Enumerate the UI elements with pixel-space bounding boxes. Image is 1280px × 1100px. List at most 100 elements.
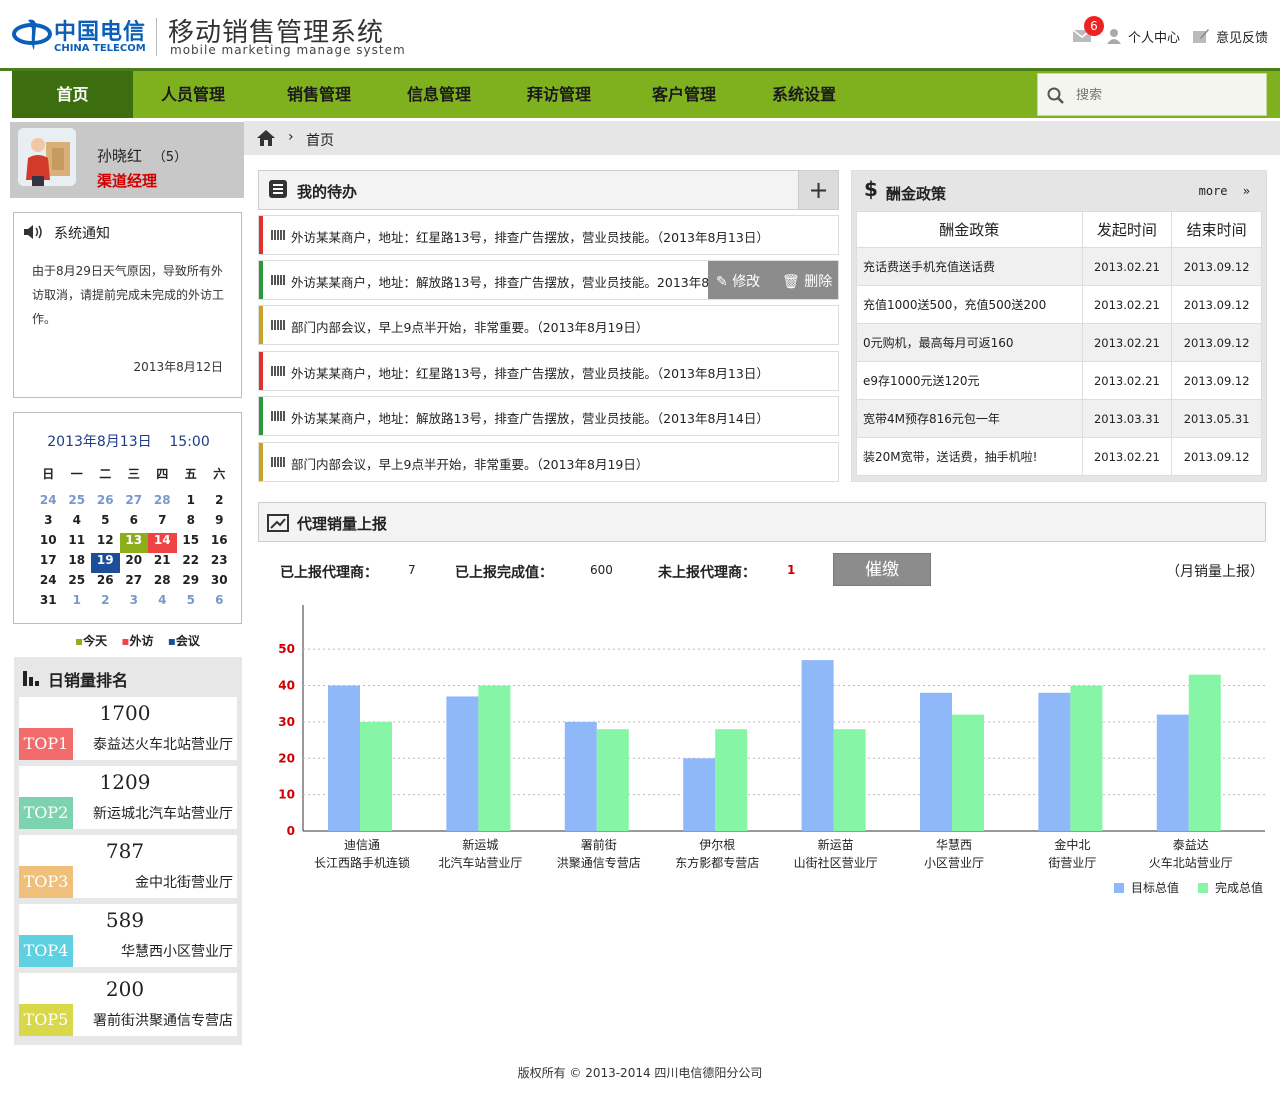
calendar-day[interactable]: 17 [34, 553, 63, 573]
calendar-day[interactable]: 5 [177, 593, 206, 613]
table-row[interactable]: 充值1000送500，充值500送200 2013.02.21 2013.09.… [856, 285, 1262, 324]
notice-date: 2013年8月12日 [133, 360, 223, 374]
todo-status-bar [259, 352, 263, 390]
calendar-day[interactable]: 31 [34, 593, 63, 613]
y-tick-label: 0 [287, 824, 295, 838]
calendar-day-today[interactable]: 13 [119, 533, 148, 553]
ranking-item[interactable]: 1209 TOP2 新运城北汽车站营业厅 [19, 766, 237, 829]
nav-home[interactable]: 首页 [12, 71, 133, 118]
calendar-day[interactable]: 12 [91, 533, 120, 553]
ranking-item[interactable]: 200 TOP5 署前街洪聚通信专营店 [19, 973, 237, 1036]
calendar-day[interactable]: 9 [205, 513, 234, 533]
calendar-day[interactable]: 7 [148, 513, 177, 533]
calendar-day[interactable]: 27 [120, 573, 149, 593]
home-icon[interactable] [256, 129, 276, 147]
calendar-day[interactable]: 15 [177, 533, 206, 553]
calendar-day[interactable]: 4 [148, 593, 177, 613]
list-icon [269, 180, 287, 198]
table-row[interactable]: 充话费送手机充值送话费 2013.02.21 2013.09.12 [856, 247, 1262, 286]
feedback-link[interactable]: 意见反馈 [1216, 27, 1268, 46]
nav-info-management[interactable]: 信息管理 [388, 71, 490, 118]
calendar-day[interactable]: 11 [63, 533, 92, 553]
todo-item[interactable]: 外访某某商户，地址：解放路13号，排查广告摆放，营业员技能。2013年8月 ✎ … [258, 260, 839, 300]
x-tick-label: 署前街 [581, 837, 617, 852]
edit-label: 修改 [732, 274, 761, 290]
calendar-day[interactable]: 28 [148, 493, 177, 513]
nav-visit-management[interactable]: 拜访管理 [508, 71, 610, 118]
calendar-day-meeting[interactable]: 19 [91, 553, 120, 573]
calendar-day[interactable]: 3 [120, 593, 149, 613]
table-row[interactable]: e9存1000元送120元 2013.02.21 2013.09.12 [856, 361, 1262, 400]
calendar-day[interactable]: 1 [177, 493, 206, 513]
table-row[interactable]: 0元购机，最高每月可返160 2013.02.21 2013.09.12 [856, 323, 1262, 362]
todo-item[interactable]: 部门内部会议，早上9点半开始，非常重要。（2013年8月19日） [258, 442, 839, 482]
calendar-day[interactable]: 10 [34, 533, 63, 553]
calendar-day[interactable]: 3 [34, 513, 63, 533]
delete-todo-button[interactable]: 🗑 删除 [782, 271, 832, 291]
chart-bar [564, 721, 597, 831]
calendar-day[interactable]: 22 [177, 553, 206, 573]
breadcrumb: › 首页 [244, 121, 1280, 155]
calendar-day[interactable]: 27 [120, 493, 149, 513]
urge-button[interactable]: 催缴 [833, 553, 931, 586]
search-icon[interactable] [1047, 87, 1065, 105]
logo-cn-text: 中国电信 [54, 20, 147, 45]
x-tick-label: 金中北 [1054, 837, 1090, 852]
add-todo-button[interactable]: + [798, 171, 838, 209]
calendar-day[interactable]: 6 [120, 513, 149, 533]
edit-todo-button[interactable]: ✎ 修改 [716, 271, 760, 291]
calendar-day[interactable]: 26 [91, 573, 120, 593]
calendar-legend: ▪今天 ▪外访 ▪会议 [75, 632, 200, 649]
nav-sales-management[interactable]: 销售管理 [268, 71, 370, 118]
nav-staff-management[interactable]: 人员管理 [142, 71, 244, 118]
ranking-item[interactable]: 589 TOP4 华慧西小区营业厅 [19, 904, 237, 967]
calendar-day[interactable]: 4 [63, 513, 92, 533]
calendar-day[interactable]: 1 [63, 593, 92, 613]
calendar-day[interactable]: 25 [63, 493, 92, 513]
todo-item[interactable]: 部门内部会议，早上9点半开始，非常重要。（2013年8月19日） [258, 305, 839, 345]
calendar-day[interactable]: 8 [177, 513, 206, 533]
calendar-day[interactable]: 24 [34, 573, 63, 593]
chart-bar [360, 721, 392, 831]
personal-center-link[interactable]: 个人中心 [1128, 27, 1180, 46]
calendar-day[interactable]: 6 [205, 593, 234, 613]
calendar-day[interactable]: 30 [205, 573, 234, 593]
todo-item[interactable]: 外访某某商户，地址：解放路13号，排查广告摆放，营业员技能。（2013年8月14… [258, 396, 839, 436]
calendar-day[interactable]: 5 [91, 513, 120, 533]
policy-more-link[interactable]: more » [1199, 184, 1250, 198]
calendar-day[interactable]: 26 [91, 493, 120, 513]
legend-label: 目标总值 [1131, 880, 1179, 895]
table-row[interactable]: 装20M宽带，送话费，抽手机啦! 2013.02.21 2013.09.12 [856, 437, 1262, 476]
calendar-day-visit[interactable]: 14 [148, 533, 177, 553]
monthly-report-link[interactable]: （月销量上报） [1166, 561, 1264, 581]
calendar-day[interactable]: 28 [148, 573, 177, 593]
user-count: （5） [152, 150, 188, 165]
x-tick-label: 街营业厅 [1048, 856, 1096, 870]
calendar-day[interactable]: 2 [205, 493, 234, 513]
search-input[interactable] [1076, 84, 1256, 106]
nav-customer-management[interactable]: 客户管理 [633, 71, 735, 118]
calendar-day[interactable]: 20 [120, 553, 149, 573]
edit-feedback-icon [1192, 29, 1209, 43]
ranking-name: 署前街洪聚通信专营店 [93, 1013, 233, 1029]
calendar-day[interactable]: 16 [205, 533, 234, 553]
report-icon [267, 514, 289, 532]
ranking-item[interactable]: 1700 TOP1 泰益达火车北站营业厅 [19, 697, 237, 760]
calendar-day[interactable]: 21 [148, 553, 177, 573]
calendar-day[interactable]: 23 [205, 553, 234, 573]
mail-button[interactable]: 6 [1072, 16, 1104, 44]
nav-system-settings[interactable]: 系统设置 [753, 71, 855, 118]
calendar-day[interactable]: 18 [63, 553, 92, 573]
calendar-day[interactable]: 25 [63, 573, 92, 593]
calendar-day[interactable]: 29 [177, 573, 206, 593]
calendar-day[interactable]: 2 [91, 593, 120, 613]
ranking-tag: TOP1 [19, 728, 73, 760]
x-tick-label: 东方影都专营店 [675, 855, 759, 870]
avatar[interactable] [18, 128, 76, 186]
table-row[interactable]: 宽带4M预存816元包一年 2013.03.31 2013.05.31 [856, 399, 1262, 438]
ranking-item[interactable]: 787 TOP3 金中北街营业厅 [19, 835, 237, 898]
unreported-value: 1 [787, 563, 796, 577]
todo-item[interactable]: 外访某某商户，地址：红星路13号，排查广告摆放，营业员技能。（2013年8月13… [258, 351, 839, 391]
calendar-day[interactable]: 24 [34, 493, 63, 513]
todo-item[interactable]: 外访某某商户，地址：红星路13号，排查广告摆放，营业员技能。（2013年8月13… [258, 215, 839, 255]
